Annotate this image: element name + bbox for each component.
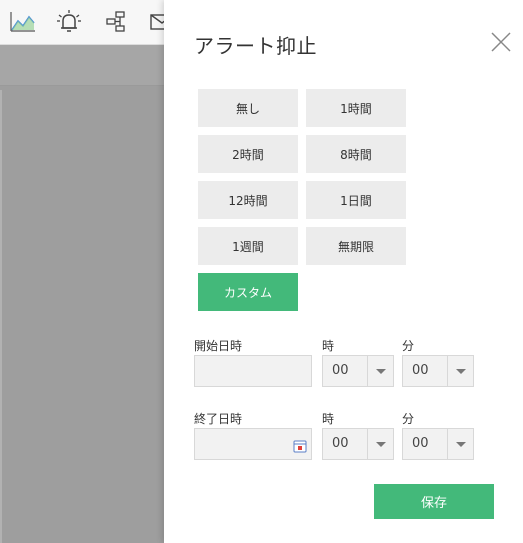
chevron-down-icon [376,442,386,447]
end-datetime-label: 終了日時 [194,412,243,426]
end-hour-label: 時 [322,412,335,426]
mail-icon[interactable] [150,10,164,34]
hierarchy-icon[interactable] [104,10,130,34]
start-minute-value: 00 [412,363,429,378]
select-divider [367,356,368,386]
end-hour-select[interactable]: 00 [322,428,394,460]
preset-8-hours-button[interactable]: 8時間 [306,135,406,173]
start-minute-label: 分 [402,339,415,353]
end-minute-value: 00 [412,436,429,451]
start-minute-select[interactable]: 00 [402,355,474,387]
select-divider [367,429,368,459]
end-minute-select[interactable]: 00 [402,428,474,460]
preset-none-button[interactable]: 無し [198,89,298,127]
background-panel [0,45,164,86]
start-hour-value: 00 [332,363,349,378]
start-hour-select[interactable]: 00 [322,355,394,387]
select-divider [447,429,448,459]
preset-custom-button[interactable]: カスタム [198,273,298,311]
end-minute-label: 分 [402,412,415,426]
chevron-down-icon [456,369,466,374]
select-divider [447,356,448,386]
chart-icon[interactable] [10,10,36,34]
alert-suppression-dialog: アラート抑止 無し 1時間 2時間 8時間 12時間 1日間 1週間 無期限 カ… [164,0,523,543]
save-button[interactable]: 保存 [374,484,494,519]
preset-2-hours-button[interactable]: 2時間 [198,135,298,173]
preset-indefinite-button[interactable]: 無期限 [306,227,406,265]
chevron-down-icon [376,369,386,374]
chevron-down-icon [456,442,466,447]
start-date-input[interactable] [194,355,312,387]
end-date-input[interactable] [194,428,312,460]
dialog-title: アラート抑止 [194,34,317,58]
close-icon[interactable] [489,30,513,54]
preset-1-week-button[interactable]: 1週間 [198,227,298,265]
end-hour-value: 00 [332,436,349,451]
background-divider [0,90,2,543]
alarm-bell-icon[interactable] [56,10,82,34]
background-toolbar [0,0,164,45]
preset-1-day-button[interactable]: 1日間 [306,181,406,219]
calendar-icon[interactable] [293,438,307,453]
start-hour-label: 時 [322,339,335,353]
preset-12-hours-button[interactable]: 12時間 [198,181,298,219]
start-datetime-label: 開始日時 [194,339,243,353]
preset-1-hour-button[interactable]: 1時間 [306,89,406,127]
